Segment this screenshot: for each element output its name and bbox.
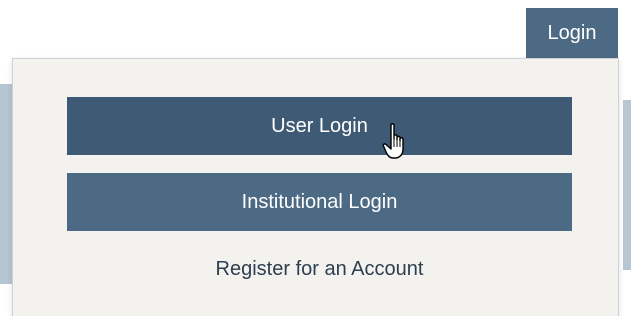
user-login-button[interactable]: User Login bbox=[67, 97, 572, 155]
user-login-label: User Login bbox=[271, 114, 368, 137]
login-button-label: Login bbox=[547, 21, 597, 44]
institutional-login-label: Institutional Login bbox=[241, 190, 398, 213]
login-dropdown: User Login Institutional Login Register … bbox=[12, 58, 619, 316]
login-button[interactable]: Login bbox=[526, 8, 618, 58]
background-panel-left bbox=[0, 84, 12, 284]
institutional-login-button[interactable]: Institutional Login bbox=[67, 173, 572, 231]
background-panel-right bbox=[623, 100, 631, 270]
register-link[interactable]: Register for an Account bbox=[67, 255, 572, 283]
page: Login User Login Institutional Login Reg… bbox=[0, 0, 631, 316]
